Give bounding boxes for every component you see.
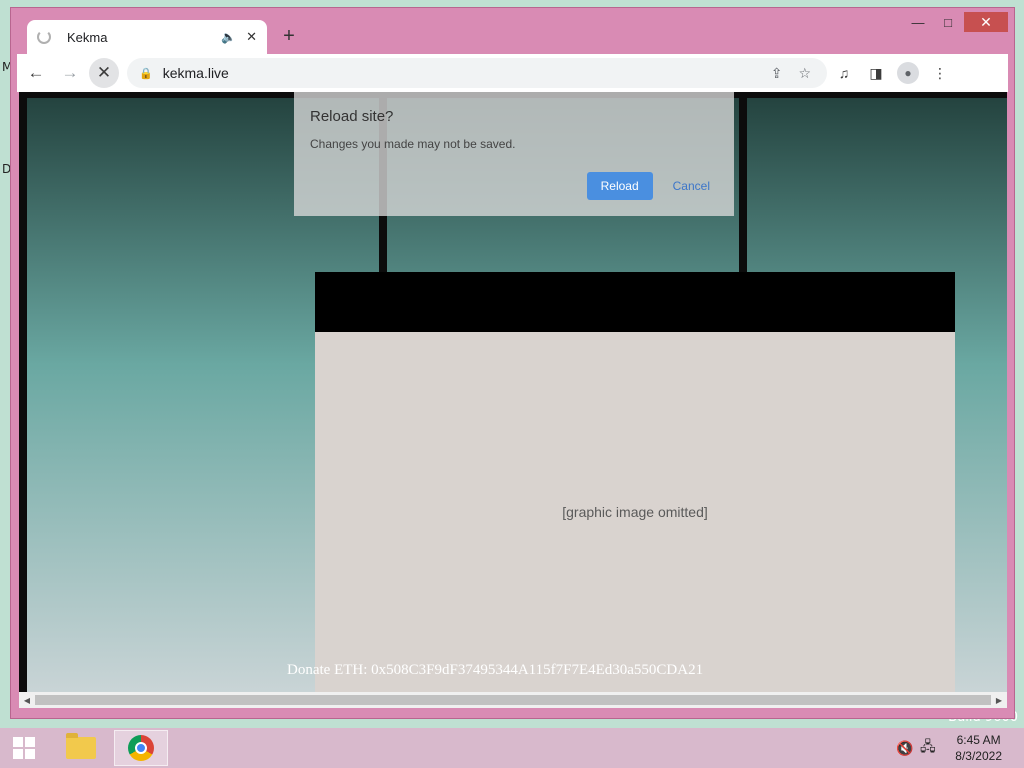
chrome-taskbar-button[interactable] bbox=[114, 730, 168, 766]
url-text[interactable]: kekma.live bbox=[163, 65, 771, 81]
horizontal-scrollbar[interactable]: ◀ ▶ bbox=[19, 692, 1007, 708]
star-icon[interactable]: ☆ bbox=[798, 65, 811, 82]
loading-spinner-icon bbox=[37, 30, 51, 44]
profile-icon: ● bbox=[897, 62, 919, 84]
profile-button[interactable]: ● bbox=[893, 58, 923, 88]
chrome-icon bbox=[128, 735, 154, 761]
tab-title: Kekma bbox=[67, 29, 108, 45]
dialog-actions: Reload Cancel bbox=[586, 172, 710, 200]
browser-tab[interactable]: Kekma 🔈 ✕ bbox=[27, 20, 267, 54]
network-icon[interactable]: 🖧 bbox=[920, 728, 936, 768]
sidepanel-icon[interactable]: ◨ bbox=[861, 58, 891, 88]
forward-icon[interactable]: → bbox=[55, 58, 85, 88]
clock-time: 6:45 AM bbox=[956, 733, 1001, 747]
dialog-title: Reload site? bbox=[310, 108, 394, 125]
address-bar[interactable]: 🔒 kekma.live ⇪ ☆ bbox=[127, 58, 827, 88]
donate-text: Donate ETH: 0x508C3F9dF37495344A115f7F7E… bbox=[287, 662, 704, 678]
video-player[interactable]: [graphic image omitted] bbox=[315, 332, 955, 692]
share-icon[interactable]: ⇪ bbox=[771, 65, 783, 82]
menu-icon[interactable]: ⋮ bbox=[925, 58, 955, 88]
close-icon[interactable]: ✕ bbox=[246, 29, 257, 45]
folder-icon bbox=[66, 733, 96, 759]
browser-window: — □ ✕ Kekma 🔈 ✕ + ← → ✕ 🔒 kekma.live ⇪ ☆… bbox=[10, 7, 1015, 719]
stop-icon[interactable]: ✕ bbox=[89, 58, 119, 88]
page-viewport: [graphic image omitted] Donate ETH: 0x50… bbox=[19, 92, 1007, 692]
dialog-message: Changes you made may not be saved. bbox=[310, 137, 516, 151]
speaker-icon[interactable]: 🔈 bbox=[221, 30, 236, 44]
file-explorer-button[interactable] bbox=[54, 730, 108, 766]
volume-muted-icon[interactable]: 🔇 bbox=[896, 728, 913, 768]
clock[interactable]: 6:45 AM 8/3/2022 bbox=[955, 732, 1002, 764]
reload-button[interactable]: Reload bbox=[586, 172, 653, 200]
clock-date: 8/3/2022 bbox=[955, 749, 1002, 763]
scroll-left-icon[interactable]: ◀ bbox=[19, 692, 35, 708]
scroll-right-icon[interactable]: ▶ bbox=[991, 692, 1007, 708]
scrollbar-thumb[interactable] bbox=[35, 695, 991, 705]
minimize-button[interactable]: — bbox=[904, 12, 932, 32]
browser-toolbar: ← → ✕ 🔒 kekma.live ⇪ ☆ ♫ ◨ ● ⋮ bbox=[17, 54, 1008, 92]
start-button[interactable] bbox=[0, 728, 48, 768]
reload-dialog: Reload site? Changes you made may not be… bbox=[294, 92, 734, 216]
close-window-button[interactable]: ✕ bbox=[964, 12, 1008, 32]
windows-logo-icon bbox=[13, 737, 35, 759]
maximize-button[interactable]: □ bbox=[934, 12, 962, 32]
taskbar: 🔇 🖧 6:45 AM 8/3/2022 bbox=[0, 728, 1024, 768]
cancel-button[interactable]: Cancel bbox=[673, 179, 710, 193]
image-placeholder-label: [graphic image omitted] bbox=[562, 504, 708, 520]
new-tab-button[interactable]: + bbox=[277, 25, 301, 48]
window-controls: — □ ✕ bbox=[904, 12, 1008, 32]
video-letterbox bbox=[315, 272, 955, 332]
lock-icon[interactable]: 🔒 bbox=[139, 67, 153, 80]
back-icon[interactable]: ← bbox=[21, 58, 51, 88]
media-icon[interactable]: ♫ bbox=[829, 58, 859, 88]
